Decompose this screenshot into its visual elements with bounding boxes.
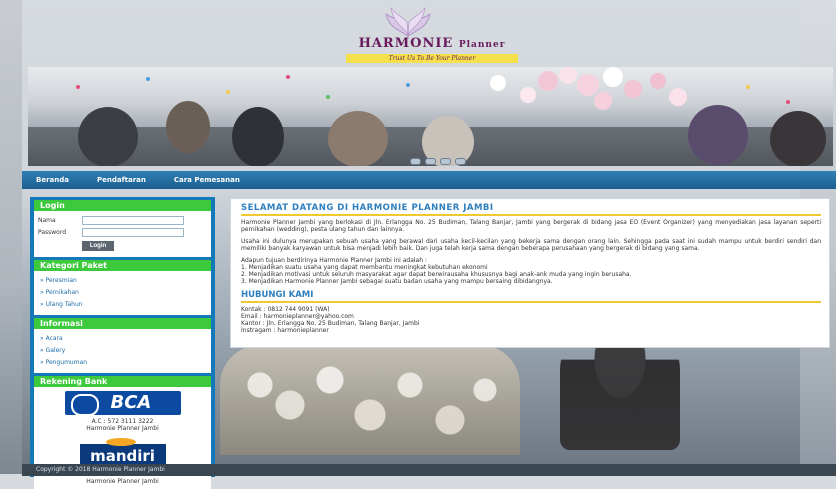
main-content: SELAMAT DATANG DI HARMONIE PLANNER JAMBI… [230, 198, 830, 348]
bca-logo-icon [70, 394, 99, 416]
login-form: Nama Password Login [34, 211, 211, 257]
slider-dot[interactable] [455, 158, 466, 165]
page-background-left [0, 0, 22, 474]
logo-title: HARMONIE [358, 36, 454, 51]
hero-banner-image [28, 67, 833, 166]
main-navigation: Beranda Pendaftaran Cara Pemesanan [22, 171, 836, 189]
informasi-item-pengumuman[interactable]: » Pengumuman [40, 357, 207, 369]
banner-slider-dots [410, 158, 466, 165]
kategori-item-peresmian[interactable]: » Peresmian [40, 275, 207, 287]
history-paragraph: Usaha ini dulunya merupakan sebuah usaha… [241, 238, 821, 252]
site-logo-text[interactable]: HARMONIE Planner [342, 36, 522, 51]
contact-instagram: Instragam : harmonieplanner [241, 327, 329, 334]
informasi-item-label: Acara [45, 335, 63, 342]
logo-title-suffix: Planner [458, 40, 506, 50]
nav-cara-pemesanan[interactable]: Cara Pemesanan [160, 176, 254, 184]
bca-account-number: A.C : 572 3111 3222 [91, 418, 154, 425]
contact-office: Kantor : Jln. Erlangga No. 25 Budiman, T… [241, 320, 420, 327]
kategori-item-label: Peresmian [45, 277, 77, 284]
kategori-item-label: Pernikahan [45, 289, 79, 296]
contact-email: Email : harmonieplanner@yahoo.com [241, 313, 354, 320]
goal-item: 1. Menjadikan suatu usaha yang dapat mem… [241, 264, 488, 271]
logo-tagline: Trust Us To Be Your Planner [346, 54, 518, 63]
informasi-item-acara[interactable]: » Acara [40, 333, 207, 345]
informasi-item-label: Galery [45, 347, 66, 354]
welcome-heading: SELAMAT DATANG DI HARMONIE PLANNER JAMBI [241, 203, 494, 213]
slider-dot[interactable] [410, 158, 421, 165]
nav-pendaftaran[interactable]: Pendaftaran [83, 176, 160, 184]
login-button[interactable]: Login [82, 241, 114, 251]
goals-intro: Adapun tujuan berdirinya Harmonie Planne… [241, 257, 427, 264]
site-header: HARMONIE Planner Trust Us To Be Your Pla… [0, 0, 836, 64]
rekening-title: Rekening Bank [34, 376, 211, 387]
mandiri-logo-text: mandiri [90, 447, 155, 465]
login-row-password: Password [38, 226, 207, 238]
informasi-item-galery[interactable]: » Galery [40, 345, 207, 357]
bca-logo-text: BCA [110, 392, 152, 413]
goal-item: 2. Menjadikan motivasi untuk seluruh mas… [241, 271, 632, 278]
mandiri-wave-icon [105, 438, 136, 446]
bca-logo: BCA [64, 391, 181, 416]
contact-phone: Kontak : 0812 744 9091 (WA) [241, 306, 330, 313]
sidebar: Login Nama Password Login Kategori Paket… [30, 197, 215, 489]
password-label: Password [38, 228, 67, 236]
password-input[interactable] [82, 227, 184, 237]
kategori-item-ulang-tahun[interactable]: » Ulang Tahun [40, 299, 207, 311]
informasi-title: Informasi [34, 318, 211, 329]
wings-logo-icon [385, 7, 431, 37]
heading-divider [241, 214, 821, 216]
mandiri-account-name: Harmonie Planner Jambi [86, 478, 159, 485]
background-flowers [220, 345, 520, 455]
login-title: Login [34, 200, 211, 211]
nama-input[interactable] [82, 215, 184, 225]
intro-paragraph: Harmonie Planner Jambi yang berlokasi di… [241, 219, 821, 233]
informasi-item-label: Pengumuman [45, 359, 88, 366]
kategori-item-label: Ulang Tahun [45, 301, 83, 308]
login-row-nama: Nama [38, 214, 207, 226]
goal-item: 3. Menjadikan Harmonie Planner Jambi seb… [241, 278, 553, 285]
slider-dot[interactable] [440, 158, 451, 165]
nama-label: Nama [38, 216, 56, 224]
banner-celebration-graphic [28, 67, 833, 166]
nav-beranda[interactable]: Beranda [22, 176, 83, 184]
footer-copyright: Copyright © 2018 Harmonie Planner Jambi [22, 464, 836, 476]
informasi-list: » Acara » Galery » Pengumuman [34, 329, 211, 373]
kategori-title: Kategori Paket [34, 260, 211, 271]
slider-dot[interactable] [425, 158, 436, 165]
contact-heading: HUBUNGI KAMI [241, 290, 314, 300]
bca-account: A.C : 572 3111 3222 Harmonie Planner Jam… [38, 418, 207, 432]
contact-divider [241, 301, 821, 303]
kategori-list: » Peresmian » Pernikahan » Ulang Tahun [34, 271, 211, 315]
kategori-item-pernikahan[interactable]: » Pernikahan [40, 287, 207, 299]
bca-account-name: Harmonie Planner Jambi [86, 425, 159, 432]
